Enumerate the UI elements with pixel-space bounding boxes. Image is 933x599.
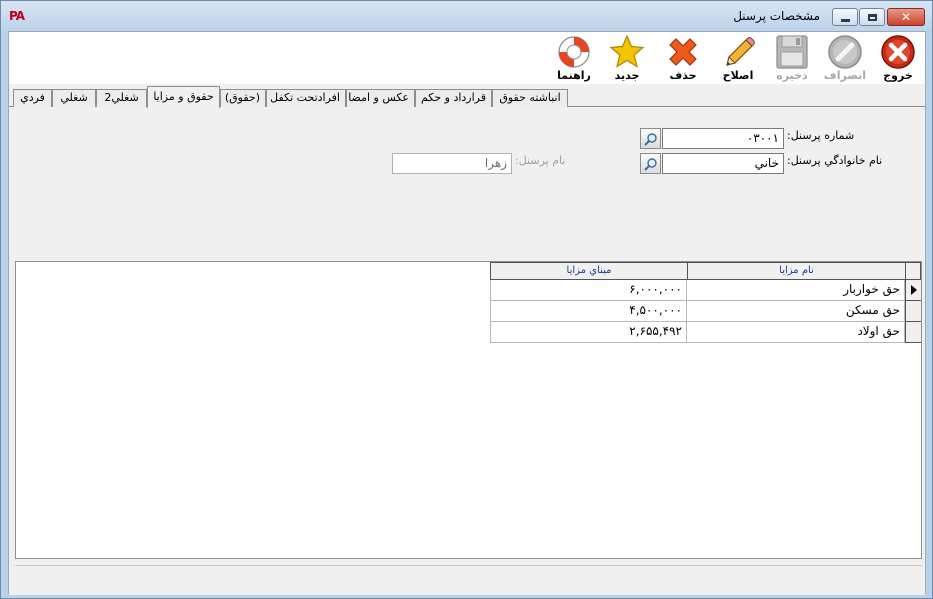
benefits-grid: نام مزايا مبناي مزايا حق خواربار ۶,۰۰۰,۰…	[15, 261, 922, 559]
minimize-button[interactable]	[832, 8, 858, 26]
close-window-button[interactable]: ✕	[887, 8, 925, 26]
row-indicator	[905, 322, 921, 343]
minimize-icon	[840, 18, 850, 22]
magnifier-icon	[644, 157, 657, 170]
table-row-value[interactable]: ۴,۵۰۰,۰۰۰	[490, 301, 687, 322]
personnel-no-label: شماره پرسنل:	[787, 129, 855, 142]
new-label: جديد	[614, 69, 640, 82]
cancel-icon	[828, 35, 862, 69]
maximize-icon	[867, 13, 877, 21]
app-window: PA مشخصات پرسنل ✕ خروج انصراف ذخيره اصلا…	[0, 0, 933, 599]
table-row-name[interactable]: حق خواربار	[687, 280, 905, 301]
close-icon: ✕	[900, 10, 912, 24]
client-area: خروج انصراف ذخيره اصلاح حذف جديد راهنما …	[8, 31, 926, 595]
salary-benefits-panel: شماره پرسنل: ۰۳۰۰۱ نام خانوادگي پرسنل: خ…	[9, 107, 925, 595]
table-row-value[interactable]: ۲,۶۵۵,۴۹۲	[490, 322, 687, 343]
edit-button[interactable]: اصلاح	[714, 34, 762, 82]
tab-dependents[interactable]: افرادتحت تكفل	[266, 89, 346, 107]
last-name-label: نام خانوادگي پرسنل:	[787, 154, 883, 167]
last-name-input[interactable]: خاني	[662, 153, 784, 174]
help-button[interactable]: راهنما	[550, 34, 598, 82]
delete-label: حذف	[669, 69, 697, 82]
first-name-input[interactable]: زهرا	[392, 153, 512, 174]
cancel-button[interactable]: انصراف	[821, 34, 869, 82]
cancel-label: انصراف	[823, 69, 867, 82]
personnel-no-input[interactable]: ۰۳۰۰۱	[662, 128, 784, 149]
first-name-label: نام پرسنل:	[515, 154, 566, 167]
title-bar[interactable]: PA مشخصات پرسنل ✕	[1, 1, 932, 31]
pencil-icon	[726, 37, 755, 66]
column-header-benefit-name[interactable]: نام مزايا	[687, 262, 906, 280]
new-button[interactable]: جديد	[603, 34, 651, 82]
caret-right-icon	[910, 285, 917, 295]
exit-label: خروج	[883, 69, 913, 82]
tab-photo-signature[interactable]: عكس و امضا	[346, 89, 415, 107]
tab-strip: فردي شغلي شغلي2 حقوق و مزايا (حقوق) افرا…	[9, 85, 925, 108]
table-row-name[interactable]: حق اولاد	[687, 322, 905, 343]
delete-button[interactable]: حذف	[659, 34, 707, 82]
tab-salary-benefits[interactable]: حقوق و مزايا	[147, 86, 220, 108]
lifebuoy-icon	[558, 36, 590, 68]
table-row-value[interactable]: ۶,۰۰۰,۰۰۰	[490, 280, 687, 301]
tab-personal[interactable]: فردي	[13, 89, 52, 107]
floppy-disk-icon	[776, 35, 808, 69]
star-icon	[609, 34, 645, 68]
save-button[interactable]: ذخيره	[768, 34, 816, 82]
tab-job[interactable]: شغلي	[52, 89, 96, 107]
delete-x-icon	[669, 38, 697, 66]
edit-label: اصلاح	[722, 69, 754, 82]
table-row-name[interactable]: حق مسكن	[687, 301, 905, 322]
help-label: راهنما	[557, 69, 591, 82]
personnel-no-lookup-button[interactable]	[640, 128, 661, 149]
tab-accumulated-salary[interactable]: انباشته حقوق	[492, 89, 568, 107]
row-indicator	[905, 301, 921, 322]
toolbar: خروج انصراف ذخيره اصلاح حذف جديد راهنما	[9, 32, 925, 84]
column-header-benefit-base[interactable]: مبناي مزايا	[490, 262, 688, 280]
magnifier-icon	[644, 132, 657, 145]
app-logo: PA	[9, 9, 25, 23]
exit-button[interactable]: خروج	[874, 34, 922, 82]
maximize-button[interactable]	[859, 8, 885, 26]
status-bar	[15, 565, 922, 589]
grid-indicator-header	[905, 262, 921, 280]
current-row-indicator	[905, 280, 921, 301]
window-title: مشخصات پرسنل	[733, 9, 820, 23]
save-label: ذخيره	[776, 69, 808, 82]
tab-contract[interactable]: قرارداد و حكم	[415, 89, 492, 107]
tab-job-2[interactable]: شغلي2	[96, 89, 147, 107]
tab-salary[interactable]: (حقوق)	[220, 89, 266, 107]
exit-icon	[881, 35, 915, 69]
last-name-lookup-button[interactable]	[640, 153, 661, 174]
